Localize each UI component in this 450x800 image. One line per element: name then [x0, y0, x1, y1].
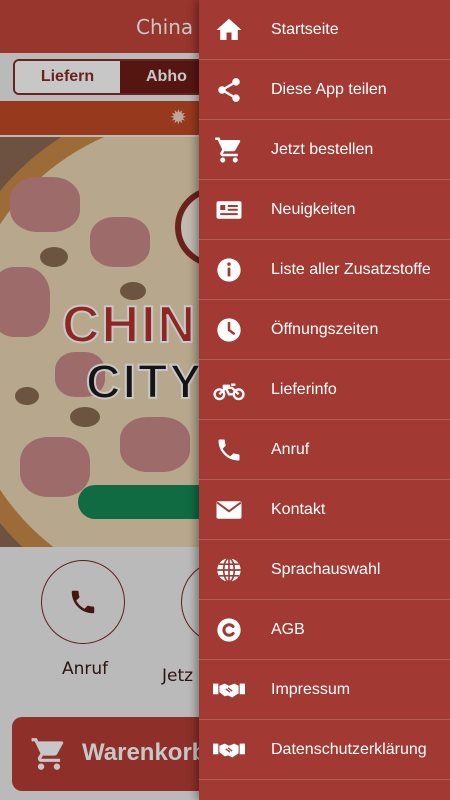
menu-item-privacy[interactable]: Datenschutzerklärung — [199, 720, 450, 780]
share-icon — [213, 74, 245, 106]
menu-item-label: Datenschutzerklärung — [271, 740, 427, 758]
info-icon — [213, 254, 245, 286]
menu-item-label: AGB — [271, 620, 305, 638]
newspaper-icon — [213, 194, 245, 226]
menu-item-label: Kontakt — [271, 500, 326, 518]
navigation-drawer: Startseite Diese App teilen Jetzt bestel… — [199, 0, 450, 800]
phone-icon — [213, 434, 245, 466]
menu-item-delivery-info[interactable]: Lieferinfo — [199, 360, 450, 420]
envelope-icon — [213, 494, 245, 526]
menu-item-contact[interactable]: Kontakt — [199, 480, 450, 540]
handshake-icon — [213, 734, 245, 766]
menu-item-label: Sprachauswahl — [271, 560, 381, 578]
globe-icon — [213, 554, 245, 586]
menu-item-imprint[interactable]: Impressum — [199, 660, 450, 720]
handshake-icon — [213, 674, 245, 706]
menu-item-startseite[interactable]: Startseite — [199, 0, 450, 60]
menu-item-label: Startseite — [271, 20, 339, 38]
menu-item-call[interactable]: Anruf — [199, 420, 450, 480]
menu-item-label: Öffnungszeiten — [271, 320, 379, 338]
menu-item-share-app[interactable]: Diese App teilen — [199, 60, 450, 120]
menu-item-news[interactable]: Neuigkeiten — [199, 180, 450, 240]
clock-icon — [213, 314, 245, 346]
copyright-icon — [213, 614, 245, 646]
menu-item-additives[interactable]: Liste aller Zusatzstoffe — [199, 240, 450, 300]
menu-item-label: Diese App teilen — [271, 80, 387, 98]
menu-item-label: Impressum — [271, 680, 351, 698]
menu-item-label: Anruf — [271, 440, 310, 458]
menu-item-opening-hours[interactable]: Öffnungszeiten — [199, 300, 450, 360]
menu-item-language[interactable]: Sprachauswahl — [199, 540, 450, 600]
menu-item-label: Neuigkeiten — [271, 200, 356, 218]
menu-item-label: Jetzt bestellen — [271, 140, 374, 158]
motorcycle-icon — [213, 374, 245, 406]
home-icon — [213, 14, 245, 46]
menu-item-label: Lieferinfo — [271, 380, 337, 398]
menu-item-order-now[interactable]: Jetzt bestellen — [199, 120, 450, 180]
menu-item-label: Liste aller Zusatzstoffe — [271, 260, 431, 278]
cart-icon — [213, 134, 245, 166]
menu-item-terms[interactable]: AGB — [199, 600, 450, 660]
